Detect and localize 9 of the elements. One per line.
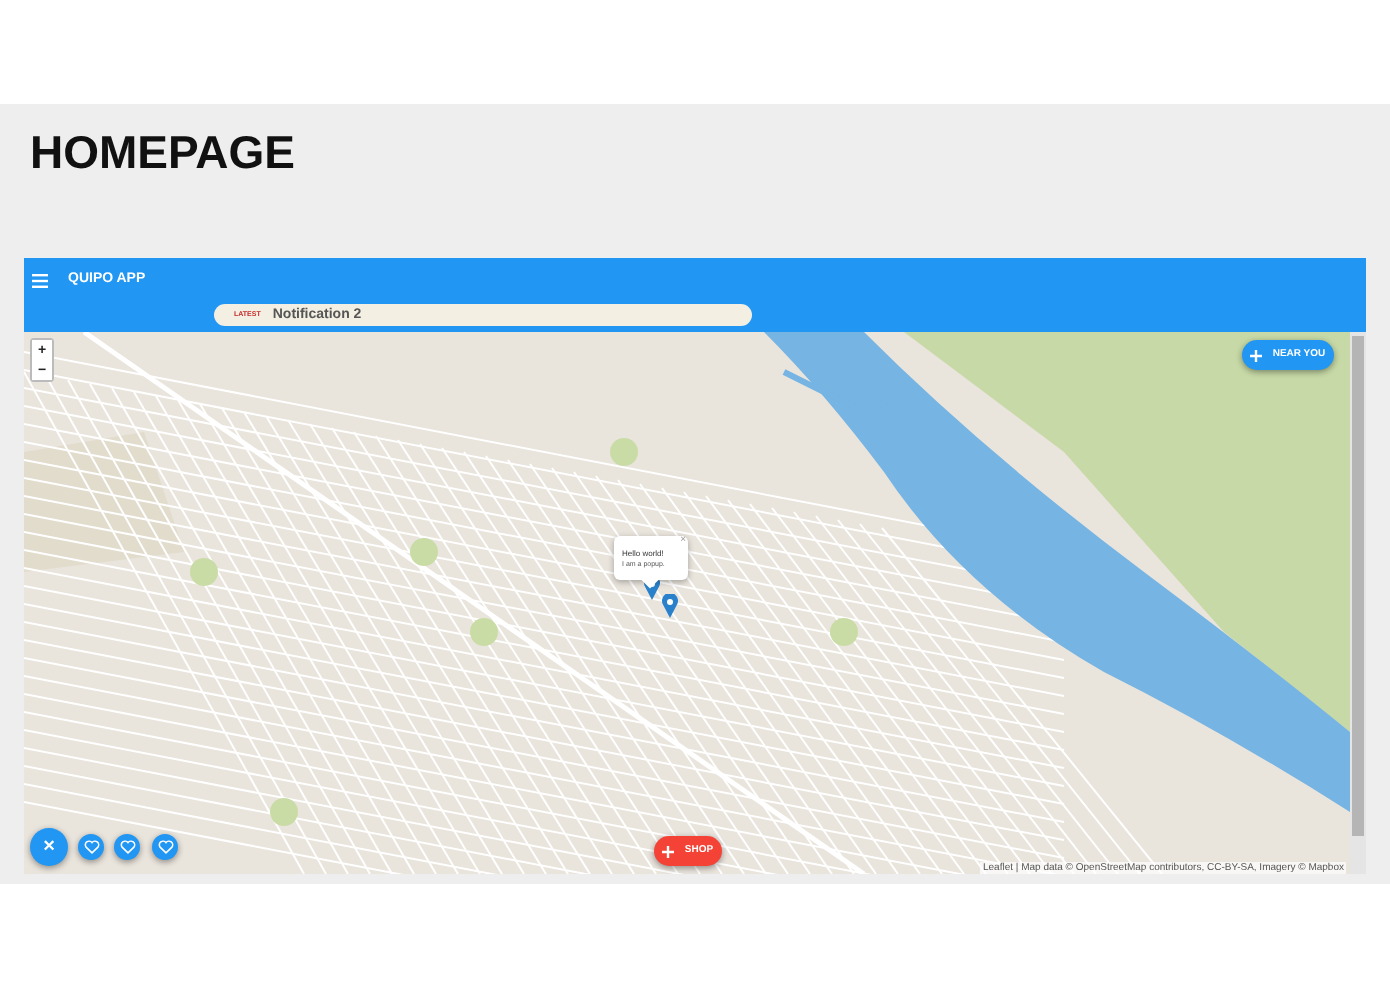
heart-icon [83,840,99,855]
plus-icon [662,845,675,858]
map-marker-icon[interactable] [662,594,678,619]
heart-icon [119,840,135,855]
menu-icon[interactable] [32,274,48,289]
slide-title: HOMEPAGE [30,128,297,179]
plus-icon [1250,349,1263,362]
scrollbar[interactable] [1350,332,1366,875]
heart-icon [157,840,173,855]
